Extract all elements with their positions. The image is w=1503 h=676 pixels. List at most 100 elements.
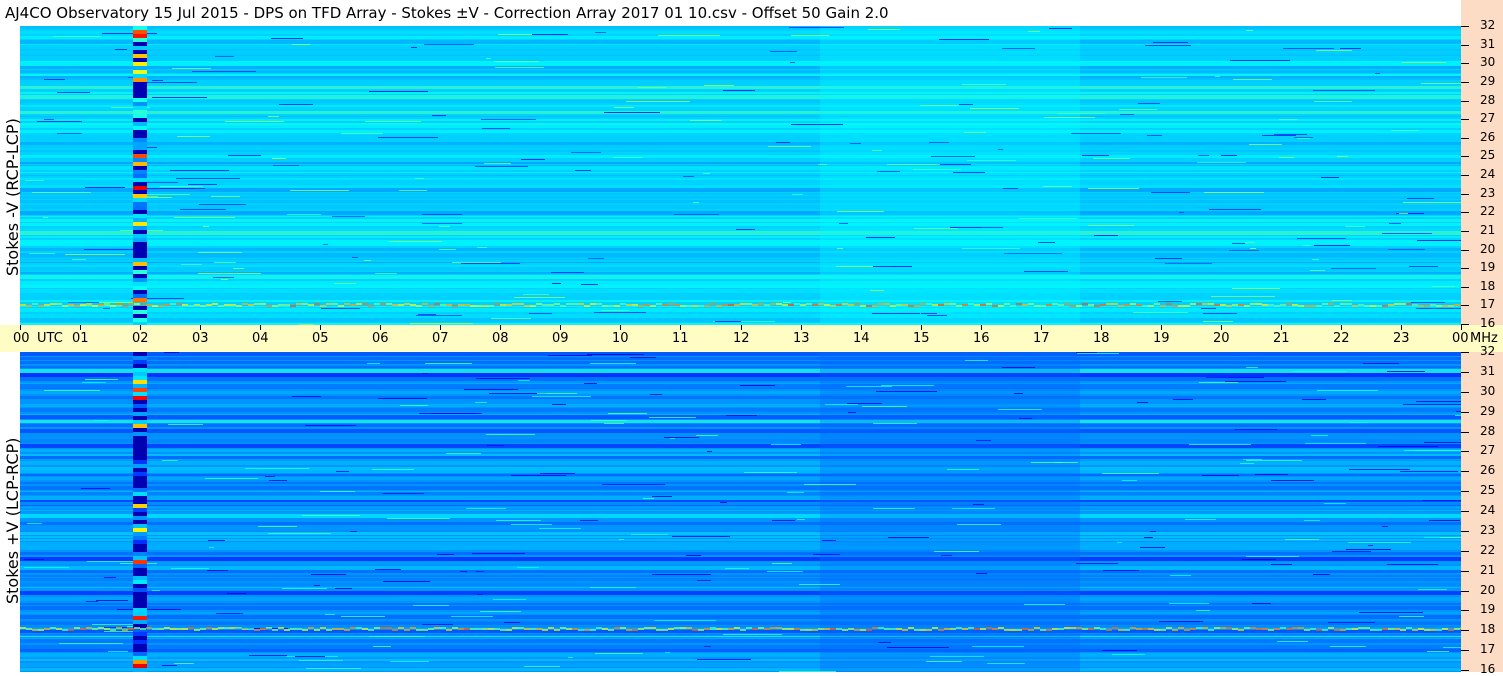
burst-column-cell [133,668,147,672]
signal-streak [683,176,694,177]
interference-streak [1388,628,1394,630]
signal-streak [476,378,530,379]
interference-streak [866,629,872,631]
interference-streak [404,303,410,305]
signal-streak [174,663,194,664]
interference-streak [644,627,650,629]
activity-region [820,26,1080,325]
signal-streak [94,420,108,421]
interference-streak [1346,628,1352,630]
interference-streak [662,304,668,306]
interference-streak [1322,303,1328,305]
signal-streak [24,567,69,568]
interference-streak [392,304,398,306]
interference-streak [1454,628,1460,630]
frequency-band [20,76,1461,78]
burst-column-cell [133,274,147,278]
burst-column-cell [133,556,147,560]
burst-column-cell [133,472,147,476]
signal-streak [171,568,209,569]
interference-streak [896,304,902,306]
interference-streak [1448,305,1454,307]
frequency-band [20,492,1461,495]
interference-streak [1142,305,1148,307]
interference-streak [272,305,278,307]
frequency-band [20,150,1461,152]
interference-streak [1076,305,1082,307]
interference-streak [458,304,464,306]
signal-streak [225,121,284,122]
signal-streak [588,258,604,259]
interference-streak [500,629,506,631]
burst-column-cell [133,242,147,246]
interference-streak [926,629,932,631]
interference-streak [1070,305,1076,307]
interference-streak [746,627,752,629]
frequency-band [20,171,1461,172]
interference-streak [536,303,542,305]
signal-streak [524,666,560,667]
interference-streak [530,628,536,630]
interference-streak [68,629,74,631]
interference-streak [1166,627,1172,629]
freq-tick-mark-top [1461,45,1469,46]
burst-column-cell [133,146,147,150]
interference-streak [566,303,572,305]
interference-streak [1010,305,1016,307]
signal-streak [268,116,279,117]
freq-tick-label-top: 32 [1480,18,1496,32]
freq-tick-label-bottom: 17 [1480,642,1496,656]
interference-streak [1154,303,1160,305]
signal-streak [1311,435,1328,436]
signal-streak [227,593,246,594]
signal-streak [170,170,229,171]
signal-streak [332,216,365,217]
signal-streak [1221,155,1237,156]
signal-streak [591,420,627,421]
interference-streak [140,628,146,630]
signal-streak [1145,45,1191,46]
signal-streak [1019,418,1032,419]
signal-streak [707,451,712,452]
interference-streak [524,305,530,307]
utc-tick-label: 18 [1093,331,1110,346]
interference-streak [1064,303,1070,305]
signal-streak [1297,238,1346,239]
interference-streak [620,303,626,305]
interference-streak [578,629,584,631]
signal-streak [85,187,125,188]
signal-streak [44,390,100,391]
signal-streak [987,663,1025,664]
signal-streak [1144,537,1153,538]
utc-tick-mark [861,325,862,330]
interference-streak [572,628,578,630]
interference-streak [1094,305,1100,307]
signal-streak [269,480,287,481]
signal-streak [147,182,178,183]
burst-column-cell [133,194,147,198]
interference-streak [716,628,722,630]
signal-streak [336,471,349,472]
interference-streak [1040,305,1046,307]
signal-streak [53,36,101,37]
burst-column-cell [133,460,147,464]
signal-streak [1429,520,1460,521]
burst-column-cell [133,162,147,166]
interference-streak [758,303,764,305]
interference-streak [1334,629,1340,631]
interference-streak [278,627,284,629]
burst-column-cell [133,504,147,508]
burst-column-cell [133,282,147,286]
signal-streak [1196,610,1210,611]
signal-streak [290,190,349,191]
signal-streak [517,567,539,568]
signal-streak [215,56,234,57]
interference-streak [884,303,890,305]
interference-streak [626,629,632,631]
freq-tick-mark-bottom [1461,412,1469,413]
interference-streak [152,628,158,630]
interference-streak [560,305,566,307]
utc-tick-label: 00 [1452,331,1469,346]
interference-streak [1058,304,1064,306]
signal-streak [1324,503,1346,504]
